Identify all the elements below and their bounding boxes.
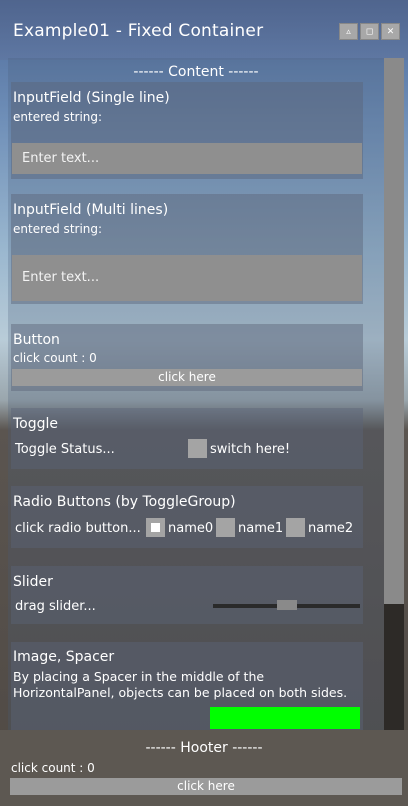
radio-name2-checkbox[interactable] <box>286 518 305 537</box>
slider-title: Slider <box>13 574 53 590</box>
input-single-panel: InputField (Single line) entered string:… <box>11 82 363 179</box>
input-multi-title: InputField (Multi lines) <box>13 202 169 218</box>
image-spacer-desc-line2: HorizontalPanel, objects can be placed o… <box>13 685 348 700</box>
radio-title: Radio Buttons (by ToggleGroup) <box>13 494 236 510</box>
footer-panel: ------ Hooter ------ click count : 0 cli… <box>0 730 408 806</box>
radio-name0-checkbox[interactable] <box>146 518 165 537</box>
toggle-status: Toggle Status... <box>15 442 115 457</box>
toggle-checkbox[interactable] <box>188 439 207 458</box>
radio-name1-checkbox[interactable] <box>216 518 235 537</box>
window: Example01 - Fixed Container ▵ ◻ ✕ ------… <box>0 0 408 806</box>
radio-panel: Radio Buttons (by ToggleGroup) click rad… <box>11 486 363 548</box>
window-title: Example01 - Fixed Container <box>13 21 264 41</box>
title-bar[interactable]: Example01 - Fixed Container ▵ ◻ ✕ <box>0 0 408 60</box>
minimize-icon[interactable]: ▵ <box>339 23 358 40</box>
slider-panel: Slider drag slider... <box>11 566 363 624</box>
scrollbar-thumb[interactable] <box>384 58 404 604</box>
image-spacer-panel: Image, Spacer By placing a Spacer in the… <box>11 642 363 730</box>
toggle-title: Toggle <box>13 416 59 432</box>
click-here-button[interactable]: click here <box>12 369 362 386</box>
radio-name0-label[interactable]: name0 <box>168 521 213 536</box>
green-image <box>210 707 360 729</box>
button-panel: Button click count : 0 click here <box>11 324 363 391</box>
footer-click-count: click count : 0 <box>11 761 95 775</box>
toggle-label[interactable]: switch here! <box>210 442 290 457</box>
button-click-count: click count : 0 <box>13 351 97 365</box>
input-multi-panel: InputField (Multi lines) entered string:… <box>11 194 363 304</box>
toggle-panel: Toggle Toggle Status... switch here! <box>11 408 363 469</box>
maximize-icon[interactable]: ◻ <box>360 23 379 40</box>
radio-name1-label[interactable]: name1 <box>238 521 283 536</box>
input-multi-entered-label: entered string: <box>13 222 103 236</box>
image-spacer-desc-line1: By placing a Spacer in the middle of the <box>13 669 265 684</box>
footer-header: ------ Hooter ------ <box>145 740 263 756</box>
radio-name2-label[interactable]: name2 <box>308 521 353 536</box>
input-single-entered-label: entered string: <box>13 110 103 124</box>
slider-handle[interactable] <box>276 600 297 610</box>
slider-status: drag slider... <box>15 599 96 614</box>
image-spacer-title: Image, Spacer <box>13 649 115 665</box>
content-header: ------ Content ------ <box>133 64 259 80</box>
input-multi-field[interactable]: Enter text... <box>12 255 362 301</box>
button-title: Button <box>13 332 60 348</box>
content-container[interactable]: ------ Content ------ InputField (Single… <box>8 58 384 730</box>
footer-click-here-button[interactable]: click here <box>10 778 402 795</box>
input-single-title: InputField (Single line) <box>13 90 170 106</box>
close-icon[interactable]: ✕ <box>381 23 400 40</box>
radio-status: click radio button... <box>15 521 141 536</box>
input-single-field[interactable]: Enter text... <box>12 143 362 174</box>
